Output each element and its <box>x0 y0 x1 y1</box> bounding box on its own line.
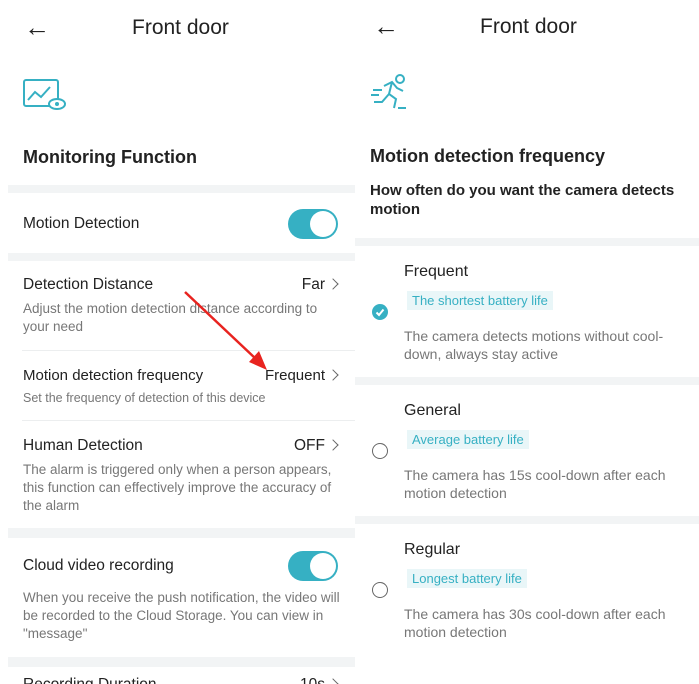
section-spacer <box>355 516 699 524</box>
battery-badge: The shortest battery life <box>407 291 553 310</box>
option-title: General <box>404 402 461 419</box>
back-button[interactable]: ← <box>373 13 399 39</box>
monitoring-settings-screen: ← Front door Monitoring Function Motion … <box>0 0 355 684</box>
option-desc: The camera has 30s cool-down after each … <box>404 606 666 640</box>
arrow-left-icon: ← <box>373 11 399 41</box>
battery-badge: Average battery life <box>407 430 529 449</box>
section-title: Motion detection frequency <box>370 146 606 166</box>
radio-checked-icon[interactable] <box>372 304 388 320</box>
section-spacer <box>355 238 699 246</box>
question-text: How often do you want the camera detects… <box>370 182 675 218</box>
frequency-settings-screen: ← Front door Motion detection frequency … <box>355 0 699 684</box>
option-desc: The camera has 15s cool-down after each … <box>404 467 666 501</box>
annotation-arrow <box>184 291 267 370</box>
option-title: Frequent <box>404 263 469 280</box>
section-spacer <box>355 377 699 385</box>
option-title: Regular <box>404 541 461 558</box>
running-person-icon <box>370 72 410 117</box>
radio-unchecked-icon[interactable] <box>372 443 388 459</box>
page-title: Front door <box>480 15 577 38</box>
battery-badge: Longest battery life <box>407 569 527 588</box>
option-desc: The camera detects motions without cool-… <box>404 328 664 362</box>
radio-unchecked-icon[interactable] <box>372 582 388 598</box>
